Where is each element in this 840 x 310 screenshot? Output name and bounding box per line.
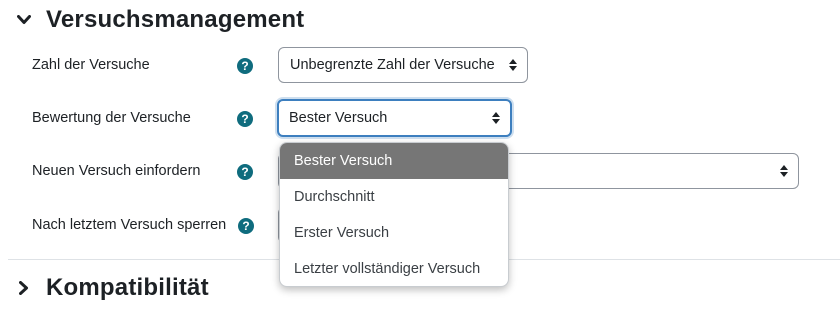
grading-dropdown-list: Bester Versuch Durchschnitt Erster Versu… xyxy=(279,142,509,287)
select-caret-icon xyxy=(492,112,500,124)
select-caret-icon xyxy=(780,165,788,177)
help-icon[interactable]: ? xyxy=(237,58,253,74)
section-compat-header[interactable]: Kompatibilität xyxy=(14,274,209,302)
grading-select[interactable]: Bester Versuch xyxy=(277,99,512,137)
new-attempt-label: Neuen Versuch einfordern xyxy=(32,163,201,179)
help-icon[interactable]: ? xyxy=(237,111,253,127)
grading-label: Bewertung der Versuche xyxy=(32,110,191,126)
dropdown-option[interactable]: Erster Versuch xyxy=(280,215,508,251)
section-title: Kompatibilität xyxy=(46,274,209,301)
lock-label: Nach letztem Versuch sperren xyxy=(32,217,227,233)
num-attempts-label: Zahl der Versuche xyxy=(32,57,150,73)
help-icon[interactable]: ? xyxy=(238,218,254,234)
help-icon[interactable]: ? xyxy=(237,164,253,180)
chevron-right-icon xyxy=(14,278,34,298)
dropdown-option[interactable]: Bester Versuch xyxy=(280,143,508,179)
select-caret-icon xyxy=(509,59,517,71)
dropdown-option[interactable]: Durchschnitt xyxy=(280,179,508,215)
section-title: Versuchsmanagement xyxy=(46,6,305,33)
section-attempts-header[interactable]: Versuchsmanagement xyxy=(14,6,304,34)
num-attempts-select[interactable]: Unbegrenzte Zahl der Versuche xyxy=(278,47,528,83)
select-value: Bester Versuch xyxy=(289,110,388,126)
select-value: Unbegrenzte Zahl der Versuche xyxy=(290,57,495,73)
chevron-down-icon xyxy=(14,10,34,30)
dropdown-option[interactable]: Letzter vollständiger Versuch xyxy=(280,251,508,286)
